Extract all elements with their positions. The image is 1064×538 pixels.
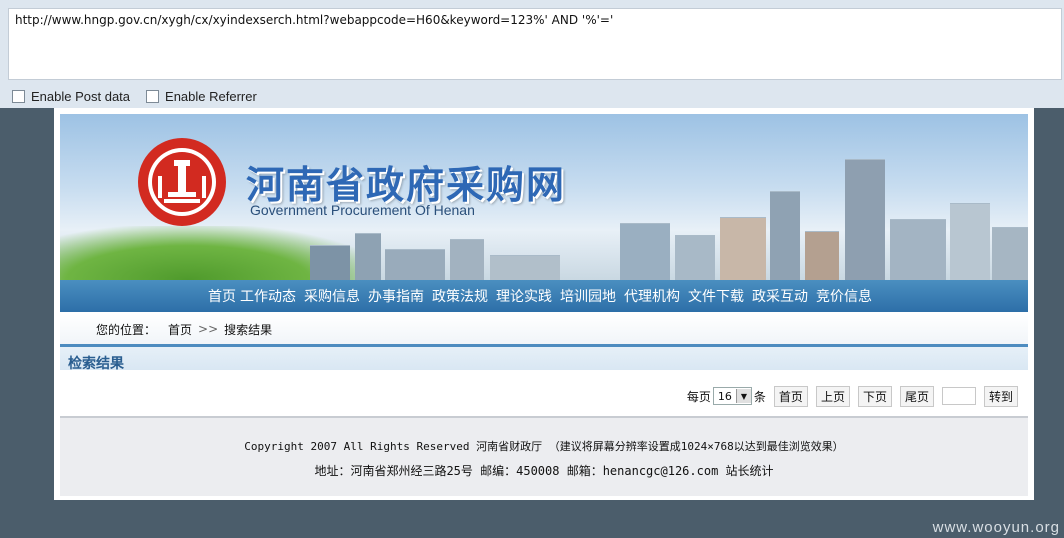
city-tower <box>845 159 885 280</box>
nav-item-10[interactable]: 竞价信息 <box>816 286 872 306</box>
last-page-button[interactable]: 尾页 <box>899 385 934 407</box>
web-page: 河南省政府采购网 Government Procurement Of Henan… <box>54 108 1034 500</box>
breadcrumb-home-link[interactable]: 首页 <box>168 321 192 338</box>
city-building <box>385 249 445 280</box>
city-building <box>950 203 990 280</box>
breadcrumb-label: 您的位置： <box>96 322 157 337</box>
per-page-label: 每页 <box>686 389 711 404</box>
site-subtitle: Government Procurement Of Henan <box>250 202 475 218</box>
nav-item-0[interactable]: 首页 <box>208 286 236 306</box>
nav-item-1[interactable]: 工作动态 <box>240 286 296 306</box>
nav-item-7[interactable]: 代理机构 <box>624 286 680 306</box>
city-building <box>805 231 839 280</box>
city-building <box>675 235 715 280</box>
site-banner: 河南省政府采购网 Government Procurement Of Henan <box>60 114 1028 280</box>
breadcrumb-current: 搜索结果 <box>224 322 273 337</box>
city-building <box>720 217 766 280</box>
site-title: 河南省政府采购网 <box>246 163 567 207</box>
footer-address: 地址：河南省郑州经三路25号 邮编：450008 邮箱：henancgc@126… <box>314 464 774 478</box>
options-row: Enable Post data Enable Referrer <box>12 88 273 104</box>
per-page-unit: 条 <box>753 389 766 404</box>
checkbox-box[interactable] <box>146 89 160 103</box>
city-building <box>355 233 381 280</box>
nav-item-5[interactable]: 理论实践 <box>496 286 552 306</box>
first-page-button[interactable]: 首页 <box>773 385 808 407</box>
prev-page-button[interactable]: 上页 <box>815 385 850 407</box>
browser-toolbar: http://www.hngp.gov.cn/xygh/cx/xyindexse… <box>0 0 1064 108</box>
city-building <box>620 223 670 280</box>
nav-item-9[interactable]: 政采互动 <box>752 286 808 306</box>
enable-post-data-checkbox[interactable]: Enable Post data <box>12 89 130 104</box>
url-input[interactable]: http://www.hngp.gov.cn/xygh/cx/xyindexse… <box>8 8 1062 80</box>
results-heading: 检索结果 <box>60 344 1028 372</box>
pagination: 每页 16 ▼ 条 首页 上页 下页 尾页 转到 <box>60 384 1028 408</box>
enable-post-data-label: Enable Post data <box>31 88 131 104</box>
enable-referrer-label: Enable Referrer <box>165 88 257 104</box>
go-button[interactable]: 转到 <box>983 385 1018 407</box>
government-seal-icon <box>138 138 226 226</box>
city-building <box>450 239 484 280</box>
nav-item-4[interactable]: 政策法规 <box>432 286 488 306</box>
nav-item-6[interactable]: 培训园地 <box>560 286 616 306</box>
site-footer: Copyright 2007 All Rights Reserved 河南省财政… <box>60 416 1028 496</box>
page-number-input[interactable] <box>941 387 976 405</box>
next-page-button[interactable]: 下页 <box>857 385 892 407</box>
chevron-down-icon[interactable]: ▼ <box>735 389 751 403</box>
main-nav: 首页 工作动态 采购信息 办事指南 政策法规 理论实践 培训园地 代理机构 文件下载 政采互动 竞价… <box>60 280 1028 312</box>
checkbox-box[interactable] <box>12 89 25 103</box>
city-building <box>490 255 560 280</box>
breadcrumb: 您的位置： 首页 >> 搜索结果 <box>60 314 1028 344</box>
city-building <box>890 219 946 280</box>
enable-referrer-checkbox[interactable]: Enable Referrer <box>146 89 257 104</box>
city-building <box>310 245 350 280</box>
breadcrumb-separator: >> <box>198 322 219 336</box>
footer-copyright: Copyright 2007 All Rights Reserved 河南省财政… <box>244 440 844 453</box>
nav-item-8[interactable]: 文件下载 <box>688 286 744 306</box>
nav-item-2[interactable]: 采购信息 <box>304 286 360 306</box>
city-building <box>770 191 800 280</box>
per-page-select[interactable]: 16 ▼ <box>712 387 752 405</box>
nav-item-3[interactable]: 办事指南 <box>368 286 424 306</box>
city-building <box>992 227 1028 280</box>
per-page-value: 16 <box>717 389 732 403</box>
watermark: www.wooyun.org <box>932 519 1060 536</box>
